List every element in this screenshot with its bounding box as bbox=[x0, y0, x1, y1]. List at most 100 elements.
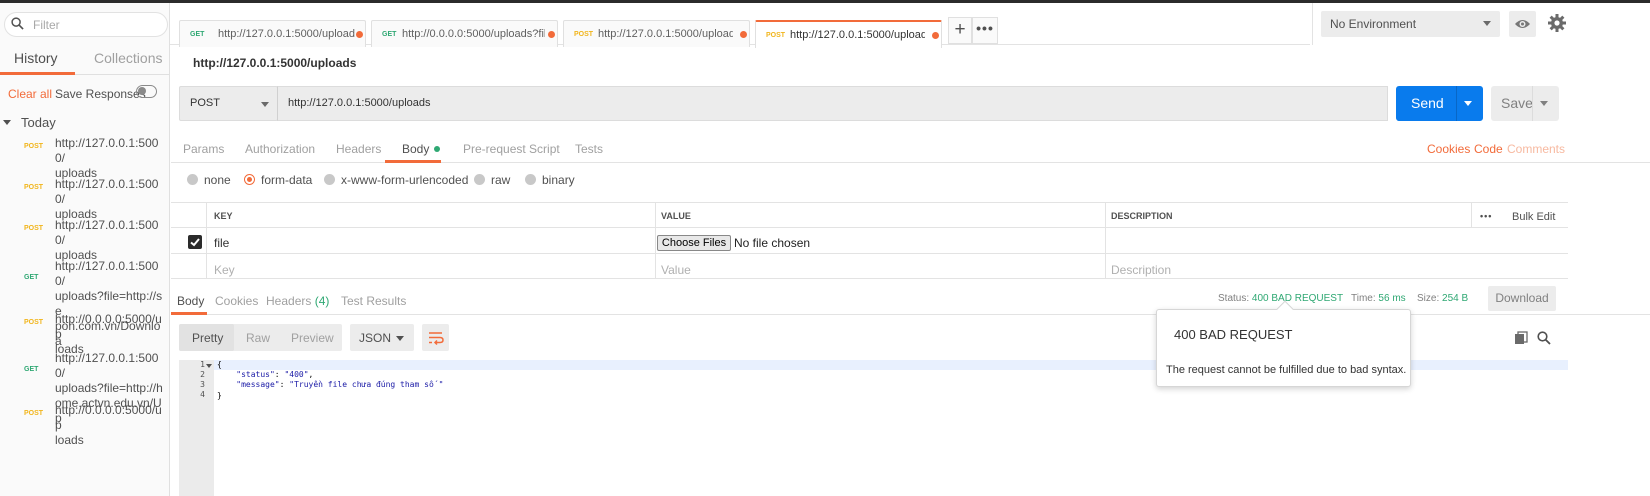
method-value: POST bbox=[190, 97, 220, 109]
fold-arrow-icon[interactable] bbox=[206, 364, 212, 368]
checkmark-icon bbox=[190, 238, 200, 247]
wrap-lines-button[interactable] bbox=[422, 324, 449, 351]
time-label: Time: bbox=[1351, 293, 1376, 304]
code-link[interactable]: Code bbox=[1474, 142, 1503, 156]
environment-select[interactable]: No Environment bbox=[1321, 11, 1500, 37]
tooltip-title: 400 BAD REQUEST bbox=[1174, 327, 1293, 342]
row-checkbox[interactable] bbox=[188, 235, 202, 249]
url-input[interactable]: http://127.0.0.1:5000/uploads bbox=[277, 86, 1388, 121]
save-button[interactable]: Save bbox=[1491, 86, 1559, 121]
time-value: 56 ms bbox=[1378, 293, 1406, 304]
comments-link[interactable]: Comments bbox=[1507, 142, 1565, 156]
response-view-selector: Pretty Raw Preview bbox=[179, 324, 342, 351]
download-button[interactable]: Download bbox=[1488, 286, 1556, 311]
line-number: 3 bbox=[200, 380, 205, 389]
radio-raw[interactable]: raw bbox=[474, 173, 510, 187]
tab-authorization[interactable]: Authorization bbox=[245, 142, 315, 156]
response-tab-headers[interactable]: Headers (4) bbox=[266, 294, 329, 308]
response-time: Time: 56 ms bbox=[1351, 293, 1406, 304]
tab-body[interactable]: Body bbox=[402, 142, 441, 156]
format-select[interactable]: JSON bbox=[350, 324, 414, 351]
history-group-today[interactable]: Today bbox=[3, 115, 56, 130]
response-body-code[interactable]: { "status": "400", "message": "Truyền fi… bbox=[217, 360, 443, 401]
file-status: No file chosen bbox=[734, 236, 811, 250]
unsaved-dot-icon bbox=[740, 31, 747, 38]
bulk-edit-link[interactable]: Bulk Edit bbox=[1512, 211, 1555, 223]
url-value: http://127.0.0.1:5000/uploads bbox=[288, 97, 431, 109]
search-icon[interactable] bbox=[1537, 331, 1551, 345]
size-value: 254 B bbox=[1442, 293, 1469, 304]
view-pretty[interactable]: Pretty bbox=[192, 331, 223, 345]
environment-value: No Environment bbox=[1330, 17, 1417, 31]
history-url-line: uploads?file=http://h bbox=[55, 381, 163, 395]
radio-circle-icon bbox=[324, 174, 335, 185]
table-header: KEY VALUE DESCRIPTION ••• Bulk Edit bbox=[171, 203, 1568, 228]
column-header-value: VALUE bbox=[661, 211, 691, 221]
unsaved-dot-icon bbox=[932, 32, 939, 39]
radio-label: x-www-form-urlencoded bbox=[341, 173, 469, 187]
json-value: "400" bbox=[284, 370, 309, 380]
headers-count: (4) bbox=[314, 294, 330, 308]
new-tab-button[interactable]: + bbox=[948, 17, 972, 44]
chevron-down-icon[interactable] bbox=[1540, 101, 1548, 106]
tab-history[interactable]: History bbox=[14, 50, 58, 66]
choose-files-button[interactable]: Choose Files bbox=[657, 235, 731, 251]
radio-circle-icon bbox=[474, 174, 485, 185]
method-badge: POST bbox=[24, 225, 44, 232]
method-select[interactable]: POST bbox=[179, 86, 278, 121]
view-preview[interactable]: Preview bbox=[291, 331, 334, 345]
method-badge: POST bbox=[24, 143, 44, 150]
radio-label: raw bbox=[491, 173, 511, 187]
request-tab[interactable]: GET http://127.0.0.1:5000/uploads?fil bbox=[179, 20, 366, 47]
filter-input[interactable]: Filter bbox=[4, 12, 168, 37]
view-raw[interactable]: Raw bbox=[246, 331, 270, 345]
tab-collections[interactable]: Collections bbox=[94, 50, 162, 66]
response-tab-test-results[interactable]: Test Results bbox=[341, 294, 406, 308]
tooltip-text: The request cannot be fulfilled due to b… bbox=[1166, 364, 1407, 376]
request-tab-active[interactable]: POST http://127.0.0.1:5000/uploads bbox=[755, 20, 942, 48]
more-options-icon[interactable]: ••• bbox=[1480, 211, 1492, 221]
radio-label: binary bbox=[542, 173, 575, 187]
chevron-down-icon[interactable] bbox=[1464, 101, 1472, 106]
description-input[interactable]: Description bbox=[1111, 263, 1171, 277]
radio-label: none bbox=[204, 173, 231, 187]
response-tab-cookies[interactable]: Cookies bbox=[215, 294, 258, 308]
save-responses-toggle[interactable] bbox=[136, 85, 157, 98]
format-value: JSON bbox=[359, 331, 392, 345]
search-icon bbox=[11, 17, 24, 30]
tab-headers[interactable]: Headers bbox=[336, 142, 381, 156]
tab-options-button[interactable]: ••• bbox=[972, 17, 998, 44]
json-key: "status" bbox=[236, 370, 275, 380]
radio-binary[interactable]: binary bbox=[525, 173, 575, 187]
active-tab-underline bbox=[171, 312, 207, 315]
tab-pre-request-script[interactable]: Pre-request Script bbox=[463, 142, 560, 156]
key-input[interactable]: Key bbox=[214, 263, 235, 277]
radio-none[interactable]: none bbox=[187, 173, 231, 187]
status-tooltip: 400 BAD REQUEST The request cannot be fu… bbox=[1156, 300, 1411, 387]
column-header-description: DESCRIPTION bbox=[1111, 211, 1173, 221]
request-tab[interactable]: GET http://0.0.0.0:5000/uploads?file= bbox=[371, 20, 558, 47]
radio-x-www-form-urlencoded[interactable]: x-www-form-urlencoded bbox=[324, 173, 468, 187]
gear-icon[interactable] bbox=[1547, 13, 1567, 33]
body-mode-radios: none form-data x-www-form-urlencoded raw… bbox=[171, 171, 671, 191]
line-number: 4 bbox=[200, 390, 205, 399]
tab-tests[interactable]: Tests bbox=[575, 142, 603, 156]
response-status[interactable]: Status: 400 BAD REQUEST bbox=[1218, 293, 1343, 304]
chevron-down-icon bbox=[261, 102, 269, 107]
row-key[interactable]: file bbox=[214, 236, 229, 250]
cookies-link[interactable]: Cookies bbox=[1427, 142, 1470, 156]
method-badge: POST bbox=[24, 319, 44, 326]
value-input[interactable]: Value bbox=[661, 263, 691, 277]
request-tab[interactable]: POST http://127.0.0.1:5000/uploads bbox=[563, 20, 750, 47]
divider bbox=[1312, 3, 1313, 45]
radio-form-data[interactable]: form-data bbox=[244, 173, 312, 187]
environment-quick-look-button[interactable] bbox=[1509, 11, 1536, 37]
send-button[interactable]: Send bbox=[1396, 86, 1483, 121]
clear-all-link[interactable]: Clear all bbox=[8, 87, 52, 101]
form-data-table: KEY VALUE DESCRIPTION ••• Bulk Edit file… bbox=[171, 202, 1568, 279]
response-tab-body[interactable]: Body bbox=[177, 294, 204, 308]
chevron-down-icon bbox=[396, 336, 404, 341]
tab-params[interactable]: Params bbox=[183, 142, 224, 156]
history-url-line: http://0.0.0.0:5000/up bbox=[55, 403, 162, 432]
copy-icon[interactable] bbox=[1514, 331, 1528, 345]
